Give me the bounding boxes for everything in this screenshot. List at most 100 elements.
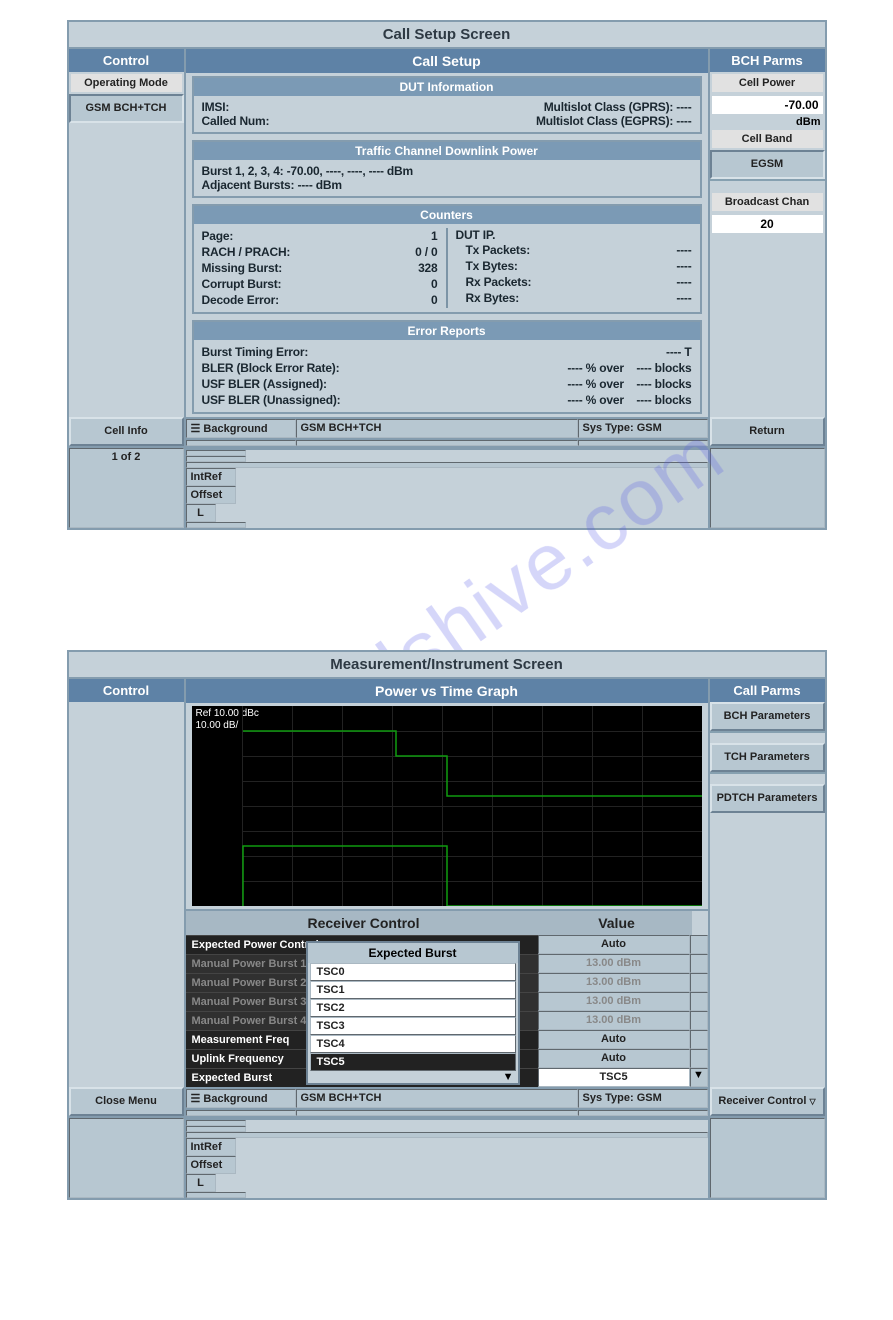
popup-item[interactable]: TSC4 [310, 1035, 516, 1053]
pdtch-parameters-button[interactable]: PDTCH Parameters [710, 784, 825, 813]
cell-power-value[interactable]: -70.00 [712, 96, 823, 114]
counter-value: ---- [676, 275, 691, 289]
error-label: USF BLER (Assigned): [202, 377, 327, 391]
counters-title: Counters [194, 206, 700, 224]
burst-1234: Burst 1, 2, 3, 4: -70.00, ----, ----, --… [202, 164, 692, 178]
counter-value: 1 [431, 229, 437, 243]
multislot-egprs: Multislot Class (EGPRS): ---- [447, 114, 692, 128]
bch-parameters-button[interactable]: BCH Parameters [710, 702, 825, 731]
status-intref: IntRef [186, 468, 236, 486]
mask-trace [192, 706, 702, 906]
adjacent-bursts: Adjacent Bursts: ---- dBm [202, 178, 692, 192]
popup-item[interactable]: TSC1 [310, 981, 516, 999]
right-softkey-header-2: Call Parms [710, 679, 825, 702]
status-background-2: Background [203, 1093, 267, 1105]
down-arrow-icon [690, 954, 708, 973]
status-mode-2: GSM BCH+TCH [296, 1089, 578, 1108]
counter-label: Missing Burst: [202, 261, 283, 275]
right-softkey-header: BCH Parms [710, 49, 825, 72]
status-offset-2: Offset [186, 1156, 236, 1174]
rc-value[interactable]: Auto [538, 1049, 690, 1068]
cell-info-button[interactable]: Cell Info [69, 417, 184, 446]
popup-title: Expected Burst [308, 943, 518, 963]
cell-band-value[interactable]: EGSM [710, 150, 825, 179]
close-menu-button[interactable]: Close Menu [69, 1087, 184, 1116]
rc-value: 13.00 dBm [538, 992, 690, 1011]
down-arrow-icon[interactable]: ▼ [690, 1068, 708, 1087]
counter-label: Rx Bytes: [466, 291, 520, 305]
cell-band-label: Cell Band [712, 130, 823, 148]
left-softkey-header-2: Control [69, 679, 184, 702]
graph-header: Power vs Time Graph [186, 679, 708, 703]
error-reports-title: Error Reports [194, 322, 700, 340]
receiver-control-button[interactable]: Receiver Control ▽ [710, 1087, 825, 1116]
counter-value: 0 / 0 [415, 245, 437, 259]
rc-value[interactable]: Auto [538, 1030, 690, 1049]
rc-value[interactable]: Auto [538, 935, 690, 954]
error-value: ---- % over ---- blocks [567, 393, 691, 407]
power-vs-time-graph: Ref 10.00 dBc 10.00 dB/ [192, 706, 702, 906]
down-arrow-icon [690, 1011, 708, 1030]
rc-value: 13.00 dBm [538, 973, 690, 992]
down-arrow-icon [690, 1030, 708, 1049]
dut-ip-label: DUT IP. [456, 228, 692, 242]
popup-item[interactable]: TSC3 [310, 1017, 516, 1035]
status-l-2: L [186, 1174, 216, 1192]
left-softkey-header: Control [69, 49, 184, 72]
counter-value: ---- [676, 243, 691, 257]
center-header: Call Setup [186, 49, 708, 73]
down-arrow-icon[interactable]: ▼ [308, 1071, 518, 1083]
down-arrow-icon [690, 1049, 708, 1068]
screen-title: Call Setup Screen [69, 22, 825, 49]
dut-information-box: DUT Information IMSI: Called Num: Multis… [192, 76, 702, 134]
popup-item[interactable]: TSC2 [310, 999, 516, 1017]
counter-value: 328 [418, 261, 437, 275]
dbm-unit: dBm [710, 116, 825, 128]
operating-mode-value[interactable]: GSM BCH+TCH [69, 94, 184, 123]
rc-value: 13.00 dBm [538, 954, 690, 973]
counter-label: Decode Error: [202, 293, 279, 307]
call-setup-screen: Call Setup Screen Control Operating Mode… [67, 20, 827, 530]
status-intref-2: IntRef [186, 1138, 236, 1156]
broadcast-chan-value[interactable]: 20 [712, 215, 823, 233]
counter-label: Page: [202, 229, 234, 243]
status-bar: ☰ Background GSM BCH+TCH Sys Type: GSM [186, 417, 708, 438]
counter-value: ---- [676, 259, 691, 273]
status-background: Background [203, 423, 267, 435]
status-systype: Sys Type: GSM [578, 419, 708, 438]
counter-value: ---- [676, 291, 691, 305]
rc-value: 13.00 dBm [538, 1011, 690, 1030]
error-value: ---- % over ---- blocks [567, 377, 691, 391]
error-label: BLER (Block Error Rate): [202, 361, 340, 375]
measurement-screen: Measurement/Instrument Screen Control Cl… [67, 650, 827, 1200]
counter-label: RACH / PRACH: [202, 245, 291, 259]
status-systype-2: Sys Type: GSM [578, 1089, 708, 1108]
down-arrow-icon [690, 935, 708, 954]
popup-item[interactable]: TSC5 [310, 1053, 516, 1071]
cell-power-label: Cell Power [712, 74, 823, 92]
error-label: Burst Timing Error: [202, 345, 309, 359]
receiver-control-header: Receiver Control [186, 911, 542, 935]
status-l: L [186, 504, 216, 522]
status-mode: GSM BCH+TCH [296, 419, 578, 438]
return-button[interactable]: Return [710, 417, 825, 446]
error-label: USF BLER (Unassigned): [202, 393, 341, 407]
counter-value: 0 [431, 277, 437, 291]
tch-parameters-button[interactable]: TCH Parameters [710, 743, 825, 772]
error-value: ---- % over ---- blocks [567, 361, 691, 375]
multislot-gprs: Multislot Class (GPRS): ---- [447, 100, 692, 114]
popup-item[interactable]: TSC0 [310, 963, 516, 981]
counter-value: 0 [431, 293, 437, 307]
error-reports-box: Error Reports Burst Timing Error: ---- T B… [192, 320, 702, 414]
value-header: Value [542, 911, 692, 935]
error-value: ---- T [666, 345, 691, 359]
dut-info-title: DUT Information [194, 78, 700, 96]
operating-mode-label: Operating Mode [71, 74, 182, 92]
expected-burst-popup: Expected Burst TSC0TSC1TSC2TSC3TSC4TSC5▼ [306, 941, 520, 1085]
counter-label: Rx Packets: [466, 275, 532, 289]
rc-value[interactable]: TSC5 [538, 1068, 690, 1087]
screen-title-2: Measurement/Instrument Screen [69, 652, 825, 679]
counter-label: Tx Bytes: [466, 259, 518, 273]
counter-label: Tx Packets: [466, 243, 531, 257]
tcdp-title: Traffic Channel Downlink Power [194, 142, 700, 160]
